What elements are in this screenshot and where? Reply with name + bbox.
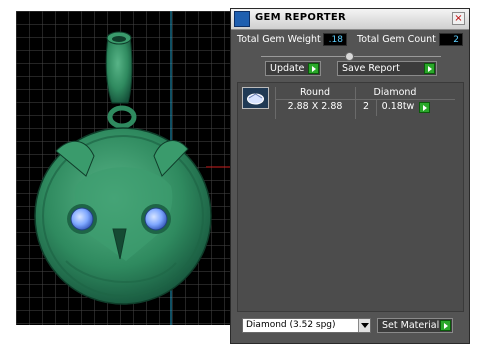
set-material-button-label: Set Material <box>382 320 440 331</box>
shape-header: Round <box>299 87 331 98</box>
slider-thumb[interactable] <box>345 52 354 61</box>
row-divider <box>275 99 455 100</box>
right-eye-gem <box>144 207 168 231</box>
set-material-button[interactable]: Set Material <box>377 318 453 333</box>
gem-row-go-button[interactable] <box>419 102 430 113</box>
gem-size: 2.88 X 2.88 <box>287 101 343 112</box>
left-eye-gem <box>70 207 94 231</box>
update-button[interactable]: Update <box>265 61 321 76</box>
material-select[interactable]: Diamond (3.52 spg) <box>242 318 371 333</box>
window-title: GEM REPORTER <box>255 12 347 23</box>
round-gem-icon[interactable] <box>242 87 269 109</box>
total-gem-count-value: 2 <box>439 33 463 46</box>
save-report-button-label: Save Report <box>342 63 400 74</box>
go-arrow-icon <box>424 63 435 74</box>
close-button[interactable]: × <box>452 12 465 25</box>
total-gem-count-label: Total Gem Count <box>357 34 436 45</box>
material-header: Diamond <box>373 87 417 98</box>
total-gem-weight-label: Total Gem Weight <box>237 34 321 45</box>
col-divider <box>376 100 377 116</box>
title-bar[interactable]: GEM REPORTER × <box>231 9 469 30</box>
update-button-label: Update <box>270 63 305 74</box>
gem-reporter-panel: GEM REPORTER × Total Gem Weight .18 Tota… <box>230 8 470 344</box>
owl-medallion <box>34 127 212 305</box>
save-report-button[interactable]: Save Report <box>337 61 437 76</box>
gem-weight: 0.18tw <box>381 101 415 112</box>
material-select-value: Diamond (3.52 spg) <box>246 320 336 330</box>
go-arrow-icon <box>440 320 451 331</box>
gem-count: 2 <box>362 101 370 112</box>
total-gem-weight-value: .18 <box>323 33 347 46</box>
gem-list: Round Diamond 2.88 X 2.88 2 0.18tw <box>237 82 464 312</box>
chevron-down-icon[interactable] <box>358 319 370 332</box>
app-icon <box>234 11 250 27</box>
go-arrow-icon <box>308 63 319 74</box>
